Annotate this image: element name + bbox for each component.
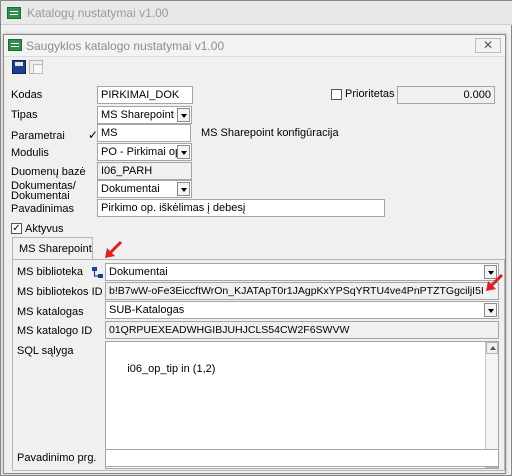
chevron-down-icon[interactable]	[484, 303, 497, 317]
katalogo-id-input[interactable]: 01QRPUEXEADWHGIBJUHJCLS54CW2F6SWVW	[105, 321, 499, 339]
dokumentas-select[interactable]: Dokumentai	[97, 180, 192, 198]
aktyvus-label: Aktyvus	[25, 223, 64, 235]
app-icon	[8, 39, 22, 51]
aktyvus-checkbox[interactable]: ✓	[11, 223, 22, 234]
kodas-label: Kodas	[11, 89, 43, 101]
tipas-value: MS Sharepoint	[101, 109, 174, 121]
prioritetas-input[interactable]: 0.000	[397, 86, 495, 104]
pavadinimas-label: Pavadinimas	[11, 203, 74, 215]
close-icon: ✕	[482, 38, 494, 52]
app-icon	[7, 7, 21, 19]
check-mark-icon: ✓	[12, 223, 21, 234]
biblioteka-value: Dokumentai	[109, 266, 168, 278]
settings-dialog: Saugyklos katalogo nustatymai v1.00 ✕ Ko…	[3, 34, 506, 474]
red-arrow-icon	[103, 240, 123, 260]
pavadinimas-input[interactable]: Pirkimo op. iškėlimas į debesį	[97, 199, 385, 217]
prioritetas-checkbox[interactable]	[331, 89, 342, 100]
copy-icon[interactable]	[29, 60, 43, 74]
biblioteka-label: MS biblioteka	[17, 266, 84, 278]
parametrai-label: Parametrai	[11, 130, 65, 142]
bibliotekos-id-label: MS bibliotekos ID	[17, 286, 103, 298]
chevron-down-icon[interactable]	[177, 145, 190, 159]
prioritetas-label: Prioritetas	[345, 88, 395, 100]
tab-ms-sharepoint[interactable]: MS Sharepoint	[12, 237, 93, 260]
modulis-label: Modulis	[11, 147, 49, 159]
chevron-down-icon[interactable]	[177, 108, 190, 122]
scroll-up-icon[interactable]	[486, 342, 498, 354]
katalogas-label: MS katalogas	[17, 306, 84, 318]
dokumentas-value: Dokumentai	[101, 183, 160, 195]
katalogas-value: SUB-Katalogas	[109, 304, 185, 316]
tab-label: MS Sharepoint	[19, 243, 92, 255]
outer-title-bar: Katalogų nustatymai v1.00	[1, 1, 512, 25]
outer-window-title: Katalogų nustatymai v1.00	[27, 6, 169, 20]
sql-value: i06_op_tip in (1,2)	[127, 363, 216, 375]
biblioteka-select[interactable]: Dokumentai	[105, 263, 499, 281]
modulis-value: PO - Pirkimai ope	[101, 146, 188, 158]
kodas-input[interactable]: PIRKIMAI_DOK	[97, 86, 193, 104]
tipas-label: Tipas	[11, 109, 38, 121]
bibliotekos-id-input[interactable]: b!B7wW-oFe3EiccftWrOn_KJATApT0r1JAgpKxYP…	[105, 282, 499, 300]
pavadinimo-prg-input[interactable]	[105, 449, 499, 467]
tipas-select[interactable]: MS Sharepoint	[97, 106, 192, 124]
chevron-down-icon[interactable]	[177, 182, 190, 196]
dokumentas-label-line2: Dokumentai	[11, 190, 70, 202]
close-button[interactable]: ✕	[475, 38, 501, 53]
katalogo-id-label: MS katalogo ID	[17, 325, 93, 337]
dialog-title: Saugyklos katalogo nustatymai v1.00	[26, 39, 225, 53]
red-arrow-icon	[484, 273, 504, 293]
hierarchy-link-icon[interactable]	[92, 267, 104, 279]
modulis-select[interactable]: PO - Pirkimai ope	[97, 143, 192, 161]
floppy-disk-icon[interactable]	[12, 60, 26, 74]
dokumentas-label: Dokumentas/ Dokumentai	[11, 181, 76, 202]
sharepoint-panel: MS biblioteka Dokumentai MS bibliotekos …	[12, 259, 505, 471]
sql-label: SQL sąlyga	[17, 345, 74, 357]
duomenu-baze-input[interactable]: I06_PARH	[97, 162, 192, 180]
parametrai-description: MS Sharepoint konfigūracija	[201, 127, 339, 139]
katalogas-select[interactable]: SUB-Katalogas	[105, 301, 499, 319]
pavadinimo-prg-label: Pavadinimo prg.	[17, 452, 97, 464]
dialog-title-bar: Saugyklos katalogo nustatymai v1.00 ✕	[4, 35, 505, 57]
duomenu-baze-label: Duomenų bazė	[11, 166, 86, 178]
parametrai-input[interactable]: MS	[97, 124, 191, 142]
